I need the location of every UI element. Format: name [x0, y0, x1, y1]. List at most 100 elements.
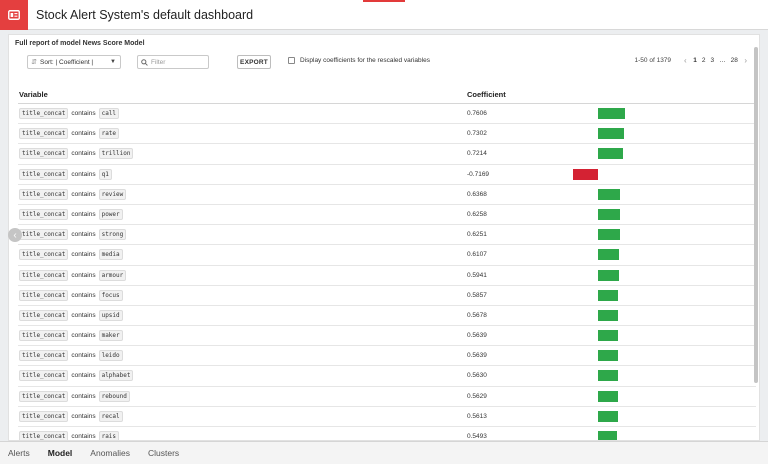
table-row: title_concat contains alphabet 0.5630 [18, 366, 756, 387]
token-chip: call [98, 108, 120, 119]
positive-coefficient-bar [598, 350, 618, 362]
operator-label: contains [71, 150, 96, 158]
report-title: Full report of model News Score Model [15, 40, 145, 47]
rescale-label: Display coefficients for the rescaled va… [300, 57, 430, 64]
sort-icon: ⇵ [31, 59, 37, 66]
collapse-handle-icon[interactable]: ‹ [8, 228, 22, 242]
variable-cell: title_concat contains upsid [19, 309, 123, 321]
table-row: title_concat contains review 0.6368 [18, 185, 756, 205]
operator-label: contains [71, 332, 96, 340]
app-tile[interactable] [0, 0, 28, 30]
operator-label: contains [71, 190, 96, 198]
rescale-toggle[interactable]: Display coefficients for the rescaled va… [288, 57, 430, 64]
table-row: title_concat contains maker 0.5639 [18, 326, 756, 347]
coefficient-value: 0.5493 [467, 433, 487, 440]
operator-label: contains [71, 372, 96, 380]
table-row: title_concat contains trillion 0.7214 [18, 144, 756, 165]
variable-cell: title_concat contains trillion [19, 148, 134, 160]
positive-coefficient-bar [598, 208, 620, 220]
operator-label: contains [71, 251, 96, 259]
coefficient-table-body: title_concat contains call 0.7606 title_conc… [18, 104, 756, 440]
operator-label: contains [71, 433, 96, 440]
coefficient-value: 0.5639 [467, 352, 487, 360]
top-bar: Stock Alert System's default dashboard [0, 0, 768, 30]
table-row: title_concat contains upsid 0.5678 [18, 306, 756, 327]
operator-label: contains [71, 130, 96, 138]
token-chip: review [98, 188, 127, 200]
feature-chip: title_concat [19, 390, 69, 402]
feature-chip: title_concat [19, 208, 69, 220]
table-row: title_concat contains rate 0.7302 [18, 124, 756, 145]
table-row: title_concat contains recal 0.5613 [18, 407, 756, 427]
page-link-3[interactable]: 3 [710, 57, 714, 64]
page-link-28[interactable]: 28 [731, 57, 738, 64]
positive-coefficient-bar [598, 370, 618, 382]
operator-label: contains [71, 291, 96, 299]
token-chip: power [98, 208, 123, 220]
coefficient-value: -0.7169 [467, 170, 490, 178]
tab-clusters[interactable]: Clusters [148, 448, 179, 458]
tab-alerts[interactable]: Alerts [8, 448, 30, 458]
filter-input[interactable] [151, 58, 205, 66]
variable-cell: title_concat contains armour [19, 269, 127, 281]
tab-model[interactable]: Model [48, 448, 73, 458]
variable-cell: title_concat contains call [19, 108, 120, 119]
token-chip: upsid [98, 309, 123, 321]
operator-label: contains [71, 311, 96, 319]
table-header: Variable Coefficient [18, 86, 756, 104]
column-header-coefficient[interactable]: Coefficient [467, 90, 506, 99]
feature-chip: title_concat [19, 148, 69, 160]
coefficient-value: 0.7606 [467, 110, 487, 117]
variable-cell: title_concat contains rais [19, 431, 120, 440]
column-header-variable[interactable]: Variable [19, 90, 48, 99]
page-ellipsis: … [719, 57, 726, 64]
dashboard-title: Stock Alert System's default dashboard [36, 7, 254, 22]
token-chip: strong [98, 229, 127, 241]
operator-label: contains [71, 231, 96, 239]
feature-chip: title_concat [19, 330, 69, 342]
feature-chip: title_concat [19, 309, 69, 321]
feature-chip: title_concat [19, 249, 69, 261]
positive-coefficient-bar [598, 410, 618, 422]
table-row: title_concat contains q1 -0.7169 [18, 165, 756, 185]
operator-label: contains [71, 210, 96, 218]
operator-label: contains [71, 392, 96, 400]
variable-cell: title_concat contains recal [19, 410, 123, 422]
token-chip: maker [98, 330, 123, 342]
positive-coefficient-bar [598, 229, 620, 241]
page-link-1[interactable]: 1 [693, 57, 697, 64]
variable-cell: title_concat contains leido [19, 350, 123, 362]
operator-label: contains [71, 352, 96, 360]
filter-field[interactable] [137, 55, 209, 69]
export-button[interactable]: EXPORT [237, 55, 271, 69]
page-link-2[interactable]: 2 [702, 57, 706, 64]
coefficient-value: 0.5678 [467, 311, 487, 319]
token-chip: leido [98, 350, 123, 362]
positive-coefficient-bar [598, 108, 625, 119]
tab-anomalies[interactable]: Anomalies [90, 448, 130, 458]
table-row: title_concat contains armour 0.5941 [18, 266, 756, 286]
token-chip: rebound [98, 390, 130, 402]
variable-cell: title_concat contains media [19, 249, 123, 261]
sort-dropdown[interactable]: ⇵ Sort: | Coefficient | ▼ [27, 55, 121, 69]
coefficient-value: 0.7302 [467, 130, 487, 138]
table-row: title_concat contains call 0.7606 [18, 104, 756, 125]
variable-cell: title_concat contains power [19, 208, 123, 220]
feature-chip: title_concat [19, 370, 69, 382]
variable-cell: title_concat contains rebound [19, 390, 130, 402]
feature-chip: title_concat [19, 431, 69, 440]
positive-coefficient-bar [598, 128, 624, 140]
scrollbar-thumb[interactable] [754, 47, 758, 383]
rescale-checkbox[interactable] [288, 57, 295, 64]
bottom-tab-bar: Alerts Model Anomalies Clusters [0, 441, 768, 464]
feature-chip: title_concat [19, 168, 69, 180]
chevron-right-icon[interactable]: › [744, 56, 747, 65]
feature-chip: title_concat [19, 289, 69, 301]
coefficient-value: 0.5639 [467, 332, 487, 340]
coefficient-value: 0.6368 [467, 190, 487, 198]
coefficient-value: 0.5857 [467, 291, 487, 299]
model-report-panel: Full report of model News Score Model ⇵ … [8, 34, 760, 441]
token-chip: q1 [98, 168, 112, 180]
chevron-left-icon[interactable]: ‹ [684, 56, 687, 65]
variable-cell: title_concat contains alphabet [19, 370, 134, 382]
